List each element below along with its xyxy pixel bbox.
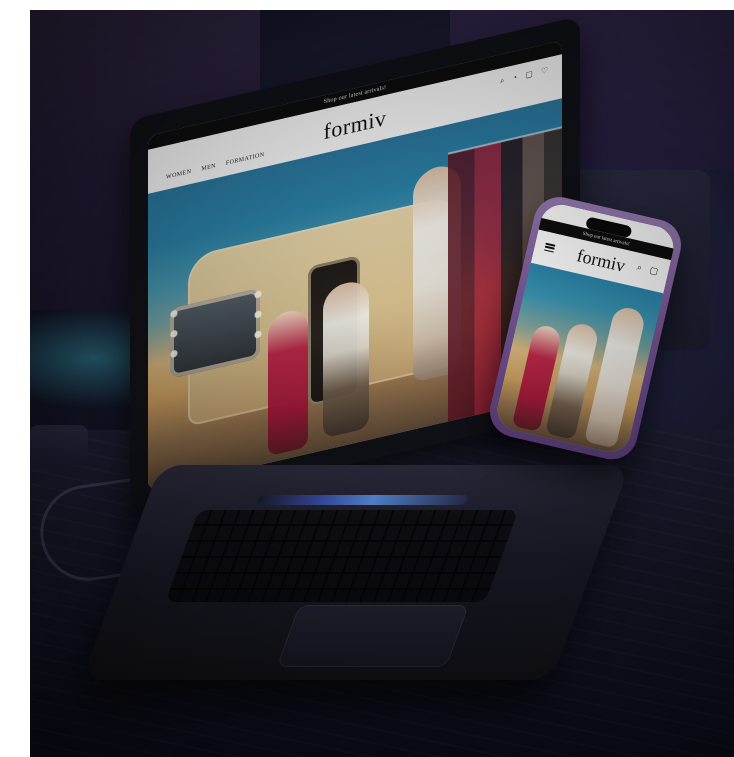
bag-icon[interactable]: ▢ — [525, 69, 533, 81]
hero-model-red-dress — [268, 306, 308, 457]
phone-site-logo[interactable]: formiv — [575, 245, 627, 276]
touch-bar — [255, 495, 470, 505]
small-device — [30, 425, 88, 465]
trackpad — [276, 605, 470, 667]
keyboard — [165, 510, 519, 602]
phone-header-icons: ⌕ ▢ — [636, 262, 659, 278]
search-icon[interactable]: ⌕ — [500, 76, 504, 87]
photo-frame: Shop our latest arrivals! formiv WOMEN M… — [30, 10, 734, 757]
menu-line — [543, 248, 555, 253]
nav-link-formation[interactable]: FORMATION — [226, 152, 265, 167]
laptop-base — [81, 465, 630, 680]
heart-icon[interactable]: ♡ — [541, 65, 548, 77]
menu-icon[interactable] — [543, 242, 556, 253]
nav-link-men[interactable]: MEN — [201, 163, 216, 172]
search-icon[interactable]: ⌕ — [636, 262, 643, 274]
laptop-header-icons: ⌕ ◔ ▢ ♡ — [500, 65, 548, 86]
account-icon[interactable]: ◔ — [512, 73, 517, 84]
nav-link-women[interactable]: WOMEN — [166, 169, 191, 181]
bag-icon[interactable]: ▢ — [648, 265, 660, 278]
hero-model-center — [323, 277, 369, 439]
laptop-site-logo[interactable]: formiv — [324, 105, 387, 146]
